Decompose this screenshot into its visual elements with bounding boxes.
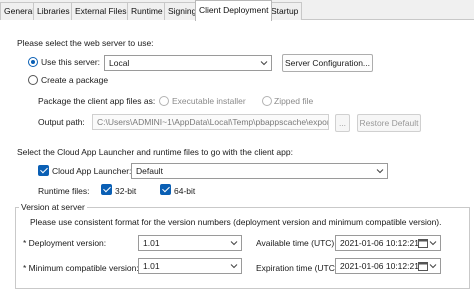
chevron-down-icon [376,169,384,174]
use-this-server-label[interactable]: Use this server: [41,57,100,67]
chevron-down-icon [230,264,238,269]
expiration-time-picker[interactable]: 2021-01-06 10:12:21 [335,258,441,274]
zipped-file-radio[interactable] [262,96,272,106]
output-path-input[interactable]: C:\Users\ADMINI~1\AppData\Local\Temp\pba… [92,114,329,130]
cloud-app-launcher-checkbox[interactable] [38,165,49,176]
browse-button[interactable]: ... [335,114,350,132]
restore-default-button[interactable]: Restore Default [357,114,421,132]
min-compatible-value: 1.01 [143,261,160,271]
min-compatible-label: * Minimum compatible version: [23,263,139,273]
runtime-files-label: Runtime files: [38,186,90,196]
executable-installer-label[interactable]: Executable installer [172,96,246,106]
tab-client-deployment[interactable]: Client Deployment [195,0,273,21]
tab-libraries[interactable]: Libraries [33,2,74,20]
version-note: Please use consistent format for the ver… [30,217,442,227]
create-package-label[interactable]: Create a package [41,75,108,85]
web-server-heading: Please select the web server to use: [17,38,154,48]
launcher-heading: Select the Cloud App Launcher and runtim… [17,147,293,157]
launcher-select[interactable]: Default [131,163,388,179]
version-group-title: Version at server [19,202,87,212]
bit64-checkbox[interactable] [160,184,171,195]
chevron-down-icon [230,241,238,246]
available-time-label: Available time (UTC): [256,238,337,248]
bit32-checkbox[interactable] [101,184,112,195]
available-time-value: 2021-01-06 10:12:21 [340,238,419,248]
output-path-label: Output path: [38,117,85,127]
deployment-version-value: 1.01 [143,238,160,248]
deployment-version-label: * Deployment version: [23,238,107,248]
chevron-down-icon [260,61,268,66]
zipped-file-label[interactable]: Zipped file [274,96,313,106]
server-select[interactable]: Local [104,55,272,71]
chevron-down-icon [429,264,437,269]
calendar-icon [418,262,428,271]
min-compatible-select[interactable]: 1.01 [138,258,242,274]
bit32-label[interactable]: 32-bit [115,186,136,196]
server-configuration-button[interactable]: Server Configuration... [282,54,373,72]
tab-runtime[interactable]: Runtime [127,2,167,20]
executable-installer-radio[interactable] [159,96,169,106]
expiration-time-label: Expiration time (UTC): [256,263,341,273]
server-select-value: Local [109,58,130,68]
calendar-icon [418,239,428,248]
tab-external-files[interactable]: External Files [71,2,131,20]
launcher-select-value: Default [136,166,163,176]
available-time-picker[interactable]: 2021-01-06 10:12:21 [335,235,441,251]
use-this-server-radio[interactable] [28,57,38,67]
bit64-label[interactable]: 64-bit [174,186,195,196]
expiration-time-value: 2021-01-06 10:12:21 [340,261,419,271]
cloud-app-launcher-label[interactable]: Cloud App Launcher: [52,166,131,176]
package-as-label: Package the client app files as: [38,96,156,106]
deployment-version-select[interactable]: 1.01 [138,235,242,251]
chevron-down-icon [429,241,437,246]
create-package-radio[interactable] [28,75,38,85]
